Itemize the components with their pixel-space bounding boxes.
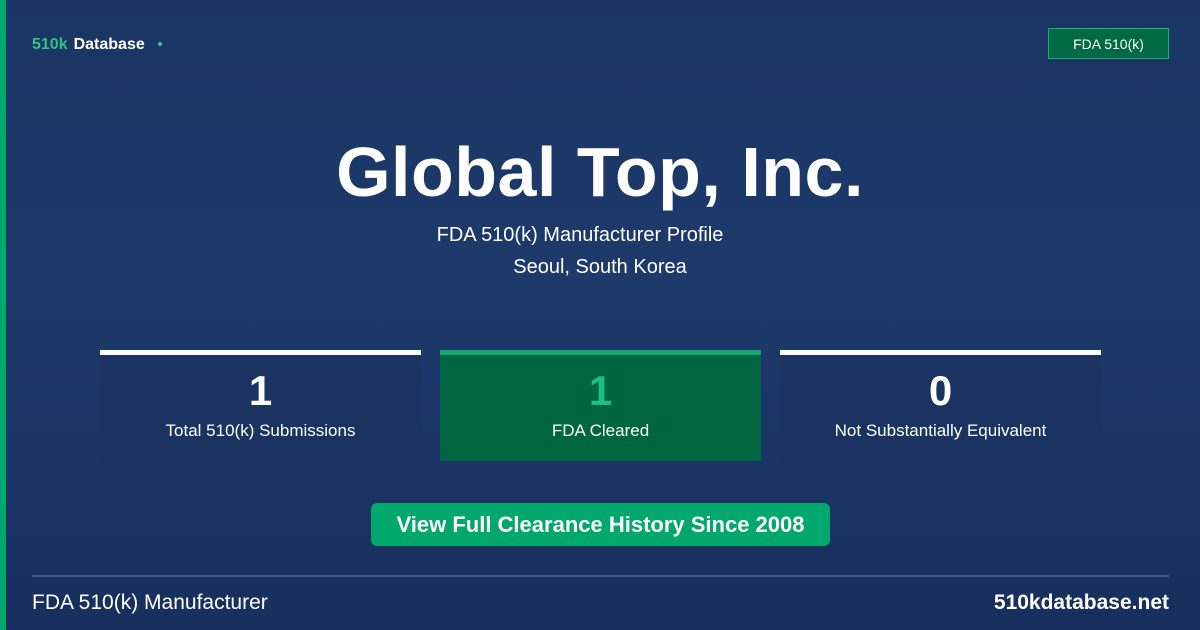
brand-name-main: Database <box>73 36 145 53</box>
footer-site-link[interactable]: 510kdatabase.net <box>994 591 1169 615</box>
profile-subtitle: FDA 510(k) Manufacturer Profile <box>436 224 724 246</box>
stat-value: 1 <box>248 367 273 414</box>
stats-row: 1 Total 510(k) Submissions 1 FDA Cleared… <box>100 350 1101 461</box>
stat-card-total-submissions: 1 Total 510(k) Submissions <box>100 350 421 461</box>
fda-510k-badge: FDA 510(k) <box>1048 28 1169 59</box>
stat-value: 0 <box>928 367 953 414</box>
view-clearance-history-button[interactable]: View Full Clearance History Since 2008 <box>371 503 830 546</box>
manufacturer-location: Seoul, South Korea <box>513 256 687 278</box>
footer-caption: FDA 510(k) Manufacturer <box>32 591 268 614</box>
brand-name-accent: 510k <box>32 36 68 53</box>
left-accent-bar <box>0 0 6 630</box>
stat-value: 1 <box>588 367 613 414</box>
brand-logo[interactable]: 510k Database <box>32 36 162 54</box>
stat-label: FDA Cleared <box>551 421 650 440</box>
stat-card-not-substantially-equivalent: 0 Not Substantially Equivalent <box>780 350 1101 461</box>
stat-label: Not Substantially Equivalent <box>834 421 1047 440</box>
stat-label: Total 510(k) Submissions <box>165 421 356 440</box>
brand-dot-icon <box>157 42 162 46</box>
manufacturer-title: Global Top, Inc. <box>336 133 864 211</box>
stat-card-fda-cleared: 1 FDA Cleared <box>440 350 761 461</box>
footer-divider <box>32 575 1169 577</box>
